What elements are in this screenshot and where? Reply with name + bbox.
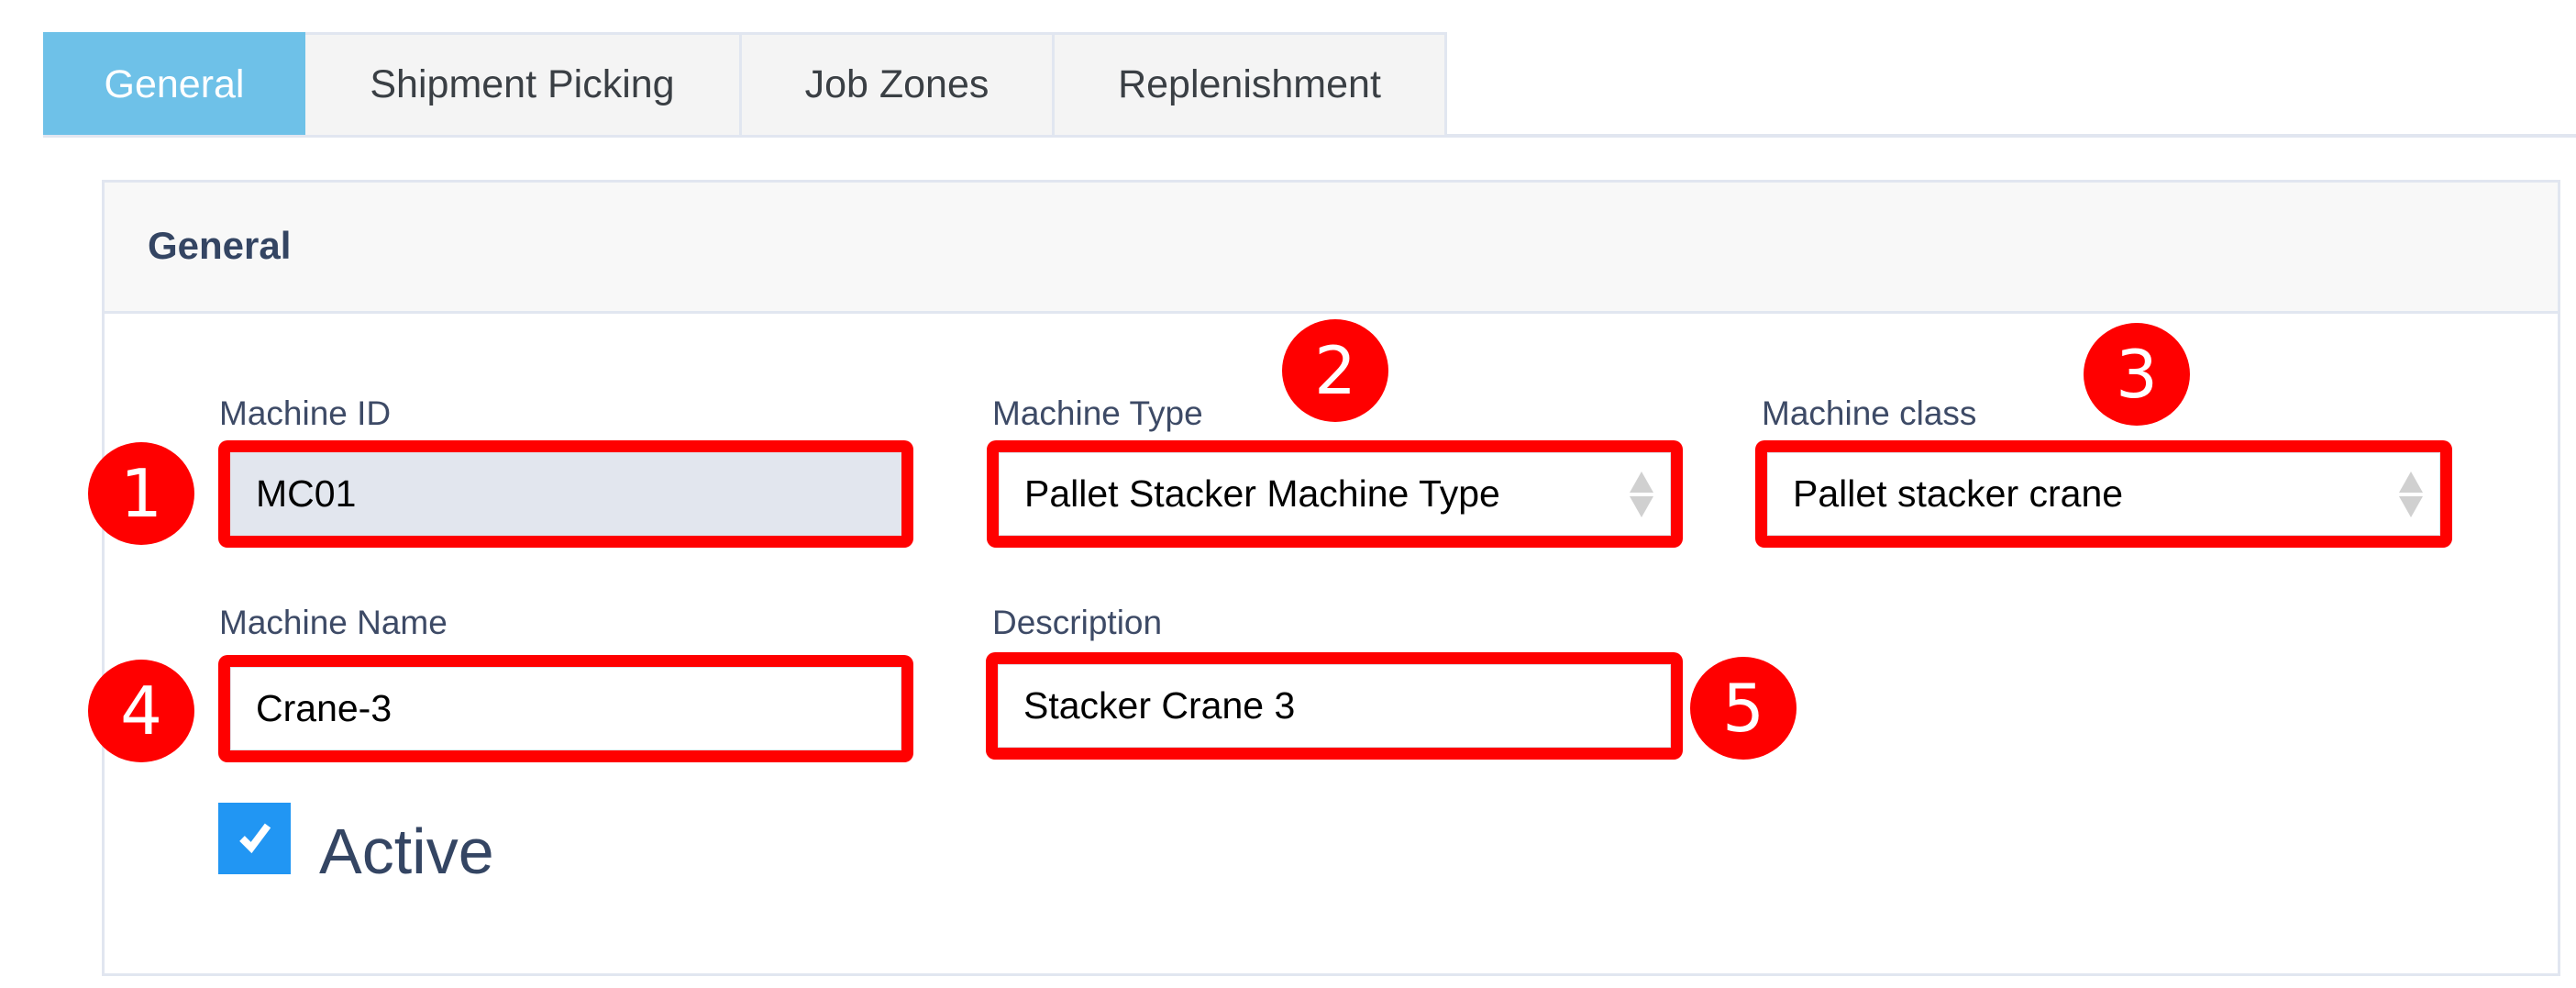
- annotation-badge-1: 1: [88, 442, 194, 545]
- annotation-badge-5: 5: [1690, 657, 1797, 760]
- active-label: Active: [319, 816, 494, 887]
- machine-class-value: Pallet stacker crane: [1793, 472, 2124, 515]
- panel-title: General: [148, 224, 292, 267]
- description-value: Stacker Crane 3: [1023, 684, 1296, 727]
- machine-type-select[interactable]: Pallet Stacker Machine Type: [987, 440, 1683, 548]
- tab-general[interactable]: General: [43, 32, 305, 135]
- tab-shipment-picking[interactable]: Shipment Picking: [305, 32, 742, 135]
- tab-label: General: [104, 62, 245, 106]
- machine-name-value: Crane-3: [256, 687, 392, 729]
- machine-class-label: Machine class: [1762, 394, 1977, 432]
- select-arrows-icon: [2399, 471, 2423, 517]
- description-field[interactable]: Stacker Crane 3: [986, 652, 1683, 760]
- tab-label: Job Zones: [804, 62, 989, 106]
- checkmark-icon: [238, 823, 271, 854]
- annotation-badge-3: 3: [2084, 323, 2190, 426]
- tab-replenishment[interactable]: Replenishment: [1055, 32, 1447, 135]
- machine-id-field[interactable]: MC01: [218, 440, 913, 548]
- tab-job-zones[interactable]: Job Zones: [742, 32, 1055, 135]
- tab-label: Replenishment: [1118, 62, 1381, 106]
- select-arrows-icon: [1630, 471, 1653, 517]
- machine-id-value: MC01: [256, 472, 357, 515]
- machine-class-select[interactable]: Pallet stacker crane: [1755, 440, 2452, 548]
- machine-name-field[interactable]: Crane-3: [218, 655, 913, 762]
- panel-header: [105, 183, 2558, 314]
- active-checkbox[interactable]: [218, 803, 291, 874]
- tab-label: Shipment Picking: [370, 62, 675, 106]
- description-label: Description: [992, 604, 1163, 641]
- machine-type-label: Machine Type: [992, 394, 1203, 432]
- machine-name-label: Machine Name: [219, 604, 448, 641]
- machine-id-label: Machine ID: [219, 394, 392, 432]
- machine-type-value: Pallet Stacker Machine Type: [1024, 472, 1500, 515]
- annotation-badge-2: 2: [1282, 319, 1388, 422]
- annotation-badge-4: 4: [88, 660, 194, 762]
